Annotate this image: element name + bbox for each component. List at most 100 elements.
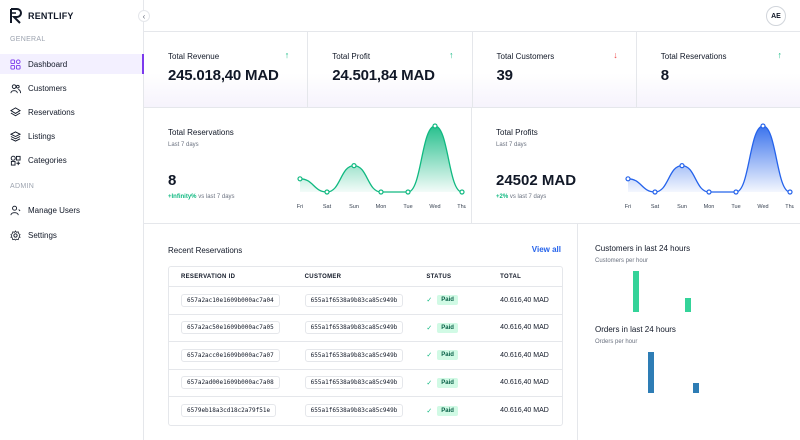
sidebar-item-label: Listings [28,131,56,141]
chart-value: 24502 MAD [496,172,577,189]
total-amount: 40.616,40 MAD [500,407,549,415]
data-point [787,189,793,195]
customer-id: 655a1f6538a9b83ca85c949b [304,376,404,390]
data-point [297,176,303,182]
sidebar-item-settings[interactable]: Settings [0,225,144,245]
table-row[interactable]: 657a2ac10e1609b000ac7a04 655a1f6538a9b83… [169,287,562,315]
change-percent: +2% [496,194,509,200]
data-point [679,162,685,169]
stat-card-total-customers: Total Customers 39 ↓ [472,32,637,107]
section-label-admin: ADMIN [10,183,35,190]
check-icon: ✓ [426,324,433,332]
recent-reservations-panel: Recent Reservations View all RESERVATION… [144,224,578,440]
customer-id: 655a1f6538a9b83ca85c949b [304,404,404,418]
collapse-sidebar-button[interactable]: ‹ [138,10,150,22]
bar[interactable] [648,352,654,393]
total-amount: 40.616,40 MAD [500,351,549,359]
chevron-left-icon: ‹ [142,11,146,21]
data-point [625,176,631,182]
sidebar-item-categories[interactable]: Categories [0,150,144,170]
x-tick-label: Mon [376,204,387,210]
sidebar: RENTLIFY GENERAL Dashboard Customers Res… [0,0,144,440]
bar[interactable] [685,298,691,312]
customer-id: 655a1f6538a9b83ca85c949b [304,321,404,335]
stat-card-total-reservations: Total Reservations 8 ↑ [636,32,800,107]
layers-icon [10,106,21,116]
avatar[interactable]: AE [766,6,786,26]
arrow-up-icon: ↑ [777,50,783,60]
reservation-id: 6579eb18a3cd18c2a79f51e [181,404,277,418]
table-row[interactable]: 657a2ac50e1609b000ac7a05 655a1f6538a9b83… [169,315,562,342]
total-amount: 40.616,40 MAD [500,379,549,387]
chart-subtitle: Last 7 days [168,142,199,148]
stat-value: 8 [660,67,669,84]
reservation-id: 657a2ac50e1609b000ac7a05 [181,321,280,335]
brand[interactable]: RENTLIFY [10,8,74,24]
table-header: RESERVATION ID CUSTOMER STATUS TOTAL [169,267,562,287]
column-header: STATUS [426,273,452,280]
table-row[interactable]: 657a2ad00e1609b000ac7a08 655a1f6538a9b83… [169,370,562,397]
check-icon: ✓ [426,379,433,387]
bar[interactable] [693,382,699,393]
sidebar-item-label: Customers [28,83,67,93]
arrow-up-icon: ↑ [284,50,290,60]
status-badge: Paid [437,295,458,306]
reservations-area-chart[interactable]: Fri Sat Sun Mon Tue Wed Thu [256,122,466,214]
reservation-id: 657a2acc0e1609b000ac7a07 [181,348,280,362]
change-suffix: vs last 7 days [509,194,547,200]
sidebar-item-listings[interactable]: Listings [0,126,144,146]
check-icon: ✓ [426,352,433,360]
panel-title: Recent Reservations [168,246,243,255]
column-header: RESERVATION ID [181,273,236,280]
data-point [459,189,465,195]
orders-hourly-title: Orders in last 24 hours [595,325,676,334]
rentlify-logo-icon [10,8,22,24]
sidebar-item-label: Dashboard [28,59,68,69]
stat-value: 245.018,40 MAD [168,67,279,84]
stack-icon [10,130,21,142]
dashboard-icon [10,58,21,70]
check-icon: ✓ [426,407,433,415]
column-header: TOTAL [500,273,522,280]
total-amount: 40.616,40 MAD [500,296,549,304]
orders-hourly-subtitle: Orders per hour [595,339,638,345]
sidebar-item-customers[interactable]: Customers [0,78,144,98]
column-header: CUSTOMER [304,273,342,280]
sidebar-item-label: Manage Users [28,205,81,215]
data-point [378,189,384,195]
table-row[interactable]: 6579eb18a3cd18c2a79f51e 655a1f6538a9b83c… [169,397,562,425]
x-tick-label: Sun [349,204,359,210]
bar[interactable] [633,271,639,312]
chart-title: Total Profits [496,128,538,137]
sidebar-item-dashboard[interactable]: Dashboard [0,54,144,74]
profits-area-chart[interactable]: Fri Sat Sun Mon Tue Wed Thu [584,122,794,214]
topbar: AE [144,0,800,32]
charts-row: Total Reservations Last 7 days 8 +Infini… [144,108,800,224]
customer-id: 655a1f6538a9b83ca85c949b [304,293,404,307]
data-point [733,189,739,195]
x-tick-label: Fri [297,204,303,210]
sidebar-item-reservations[interactable]: Reservations [0,102,144,122]
status-badge: Paid [437,405,458,416]
sidebar-item-manage-users[interactable]: Manage Users [0,200,144,220]
stat-value: 24.501,84 MAD [332,67,435,84]
status-badge: Paid [437,377,458,388]
customer-id: 655a1f6538a9b83ca85c949b [304,348,404,362]
chart-value: 8 [168,172,177,189]
data-point [760,123,766,129]
check-icon: ✓ [426,297,433,305]
data-point [324,189,330,195]
table-row[interactable]: 657a2acc0e1609b000ac7a07 655a1f6538a9b83… [169,342,562,370]
area-fill [300,126,462,192]
data-point [405,189,411,195]
categories-icon [10,155,21,166]
view-all-link[interactable]: View all [532,245,561,254]
chart-subtitle: Last 7 days [496,142,527,148]
sidebar-item-label: Categories [28,155,67,165]
x-tick-label: Mon [704,204,715,210]
hourly-panel: Customers in last 24 hours Customers per… [578,224,800,440]
stats-row: Total Revenue 245.018,40 MAD ↑ Total Pro… [144,32,800,108]
total-amount: 40.616,40 MAD [500,324,549,332]
reservations-table: RESERVATION ID CUSTOMER STATUS TOTAL 657… [168,266,563,426]
reservation-id: 657a2ad00e1609b000ac7a08 [181,376,280,390]
